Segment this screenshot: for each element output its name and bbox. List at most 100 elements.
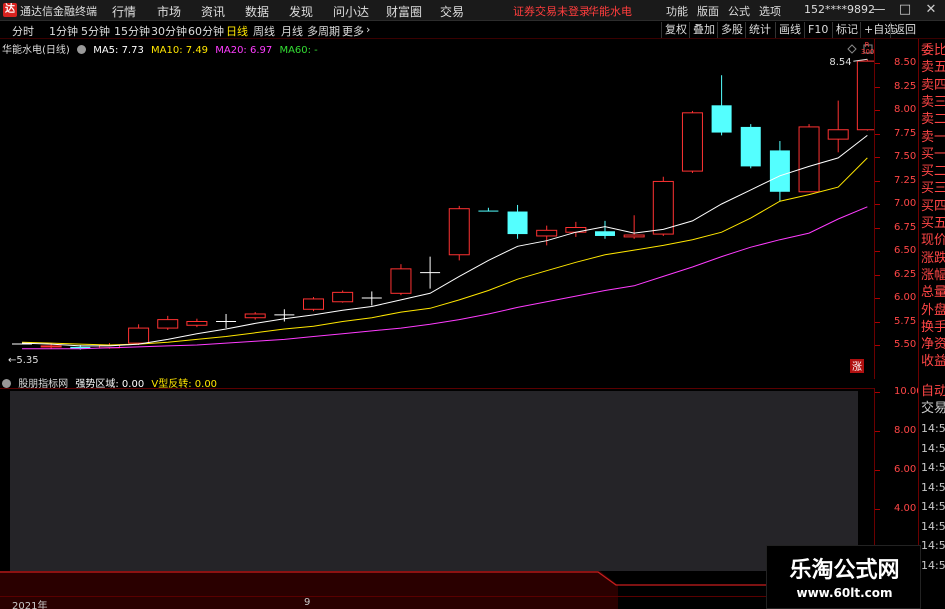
f10-button[interactable]: F10 — [804, 22, 831, 38]
indicator-tickmark — [875, 431, 880, 432]
candle-body — [711, 105, 732, 133]
candle-body — [157, 319, 179, 329]
price-tickmark — [875, 180, 880, 182]
menu-caifuquan[interactable]: 财富圈 — [386, 3, 422, 20]
indicator-pane[interactable] — [10, 391, 858, 571]
chevron-right-icon[interactable]: › — [366, 23, 370, 36]
chart-badge: R 300 — [861, 41, 875, 56]
minimize-icon[interactable]: — — [866, 0, 892, 21]
quote-field-label: 卖二 — [921, 112, 945, 128]
quote-field-label: 换手 — [921, 319, 945, 335]
quote-field-label: 卖三 — [921, 94, 945, 110]
candle-body — [390, 268, 412, 294]
period-monthly[interactable]: 月线 — [281, 23, 303, 39]
candle-body — [448, 208, 470, 256]
tick-time: 14:56 — [921, 461, 945, 474]
user-account[interactable]: 152****9892 — [804, 3, 875, 16]
period-more[interactable]: 更多 — [342, 23, 364, 39]
candle-body — [769, 150, 790, 192]
period-60min[interactable]: 60分钟 — [188, 23, 224, 39]
candle-body — [536, 229, 558, 237]
menu-shichang[interactable]: 市场 — [157, 3, 181, 20]
quote-field-label: 外盘 — [921, 302, 945, 318]
quote-field-label: 买一 — [921, 146, 945, 162]
price-tickmark — [875, 298, 880, 299]
tab-auto[interactable]: 自动 — [921, 384, 945, 400]
menu-jiaoyi[interactable]: 交易 — [440, 3, 464, 20]
price-tick-label: 7.00 — [894, 198, 917, 209]
close-icon[interactable]: ✕ — [918, 0, 944, 21]
price-tickmark — [875, 251, 880, 252]
tick-time: 14:56 — [921, 422, 945, 435]
settings-circle-icon[interactable] — [77, 45, 86, 54]
period-5min[interactable]: 5分钟 — [81, 23, 110, 39]
candle-body — [595, 231, 615, 236]
diejia-button[interactable]: 叠加 — [689, 22, 718, 38]
site-watermark: 乐淘公式网 www.60lt.com — [766, 545, 921, 609]
time-label-month: 9 — [304, 597, 311, 608]
price-tickmark — [875, 345, 880, 346]
quote-field-label: 涨跌 — [921, 250, 945, 266]
quote-field-label: 卖四 — [921, 77, 945, 93]
candle-body — [652, 180, 674, 235]
candlestick-chart[interactable]: 8.54 ←5.35 涨 — [0, 39, 874, 379]
indicator-field-strong: 强势区域: 0.00 — [75, 379, 145, 390]
back-button[interactable]: 返回 — [890, 22, 919, 38]
period-multi[interactable]: 多周期 — [307, 23, 340, 39]
period-15min[interactable]: 15分钟 — [114, 23, 150, 39]
price-tick-label: 6.75 — [894, 221, 917, 233]
price-tickmark — [875, 157, 880, 158]
candle-body — [332, 291, 354, 303]
period-30min[interactable]: 30分钟 — [151, 23, 187, 39]
time-label-year: 2021年 — [12, 601, 48, 609]
quote-field-label: 涨幅 — [921, 267, 945, 283]
indicator-tick-label: 8.00 — [894, 425, 917, 436]
duogu-button[interactable]: 多股 — [717, 22, 746, 38]
tongji-button[interactable]: 统计 — [745, 22, 774, 38]
indicator-tickmark — [875, 509, 880, 510]
price-tick-label: 5.50 — [894, 339, 917, 350]
period-daily[interactable]: 日线 — [226, 23, 248, 39]
price-tick-label: 6.25 — [894, 268, 917, 280]
tick-time: 14:56 — [921, 480, 945, 494]
stock-title: 华能水电(日线) — [2, 45, 70, 56]
indicator-name[interactable]: 股朋指标网 — [18, 379, 68, 390]
high-price-label: 8.54 — [829, 57, 851, 68]
tab-trade[interactable]: 交易 — [921, 401, 945, 417]
huaxian-button[interactable]: 画线 — [775, 22, 804, 38]
quote-field-label: 买五 — [921, 216, 945, 231]
biaoji-button[interactable]: 标记 — [832, 22, 861, 38]
candle-body — [681, 112, 703, 172]
menu-gongshi[interactable]: 公式 — [728, 3, 750, 19]
ma10-line — [21, 157, 868, 346]
menu-shuju[interactable]: 数据 — [245, 3, 269, 20]
current-stock-name: 华能水电 — [588, 5, 632, 18]
menu-faxian[interactable]: 发现 — [289, 3, 313, 20]
period-weekly[interactable]: 周线 — [253, 23, 275, 39]
period-fenshi[interactable]: 分时 — [12, 23, 34, 39]
menu-xuanxiang[interactable]: 选项 — [759, 3, 781, 19]
menu-gongneng[interactable]: 功能 — [666, 3, 688, 19]
period-1min[interactable]: 1分钟 — [49, 23, 78, 39]
fuquan-button[interactable]: 复权 — [661, 22, 690, 38]
tick-time: 14:56 — [921, 519, 945, 533]
indicator-tick-label: 6.00 — [894, 464, 917, 475]
ma10-label: MA10: 7.49 — [151, 45, 209, 56]
watermark-title: 乐淘公式网 — [789, 558, 900, 583]
candle-body — [303, 298, 324, 310]
ma60-label: MA60: - — [279, 45, 318, 56]
menu-banmian[interactable]: 版面 — [697, 3, 719, 19]
candle-body — [478, 210, 499, 212]
quote-field-label: 买四 — [921, 198, 945, 214]
maximize-icon[interactable]: □ — [892, 0, 918, 21]
indicator-tickmark — [875, 470, 880, 471]
menu-zixun[interactable]: 资讯 — [201, 3, 225, 20]
candle-body — [244, 313, 266, 319]
indicator-settings-icon[interactable] — [2, 379, 11, 388]
menu-hangqing[interactable]: 行情 — [112, 3, 136, 20]
title-bar: 达 通达信金融终端 行情 市场 资讯 数据 发现 问小达 财富圈 交易 证券交易… — [0, 0, 945, 21]
candle-body — [827, 129, 849, 140]
ma5-line — [21, 135, 868, 347]
trade-login-status[interactable]: 证券交易未登录 — [513, 3, 590, 19]
menu-wenxiaoda[interactable]: 问小达 — [333, 3, 369, 20]
